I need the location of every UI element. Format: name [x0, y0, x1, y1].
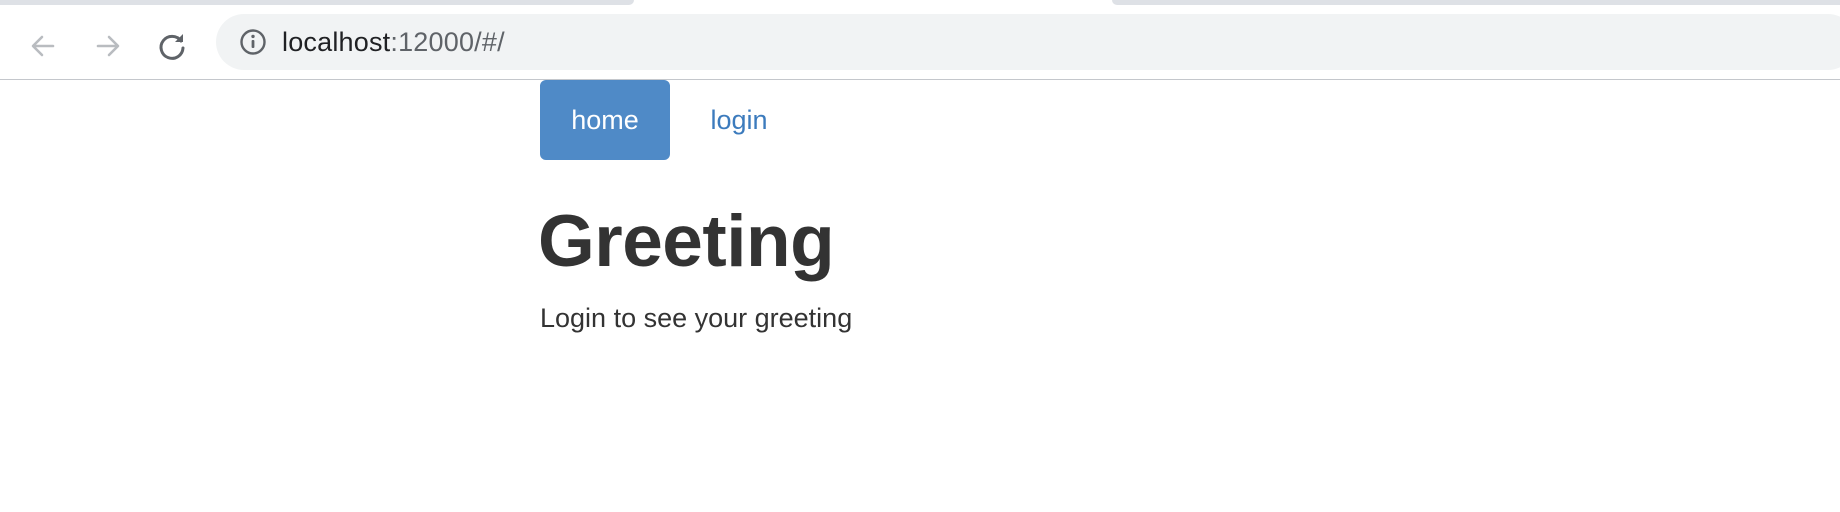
- forward-arrow-icon: [96, 35, 120, 57]
- back-arrow-icon: [31, 35, 55, 57]
- url-path: :12000/#/: [390, 26, 505, 57]
- url-host: localhost: [282, 26, 391, 57]
- info-icon: [240, 29, 266, 55]
- browser-toolbar: localhost:12000/#/: [0, 14, 1840, 80]
- url-text[interactable]: localhost:12000/#/: [282, 27, 505, 58]
- reload-button[interactable]: [150, 24, 194, 68]
- address-bar[interactable]: localhost:12000/#/: [216, 14, 1840, 70]
- nav-item-home[interactable]: home: [540, 80, 670, 160]
- background-tab-right[interactable]: [1112, 0, 1840, 5]
- site-info-button[interactable]: [238, 27, 268, 57]
- nav-item-login[interactable]: login: [674, 80, 804, 160]
- back-button[interactable]: [21, 24, 65, 68]
- background-tab-left[interactable]: [0, 0, 634, 5]
- reload-icon: [159, 34, 185, 60]
- browser-tab-strip: [0, 0, 1840, 14]
- page-title: Greeting: [538, 201, 835, 282]
- greeting-message: Login to see your greeting: [540, 303, 853, 333]
- forward-button[interactable]: [86, 24, 130, 68]
- main-nav: home login: [540, 80, 804, 160]
